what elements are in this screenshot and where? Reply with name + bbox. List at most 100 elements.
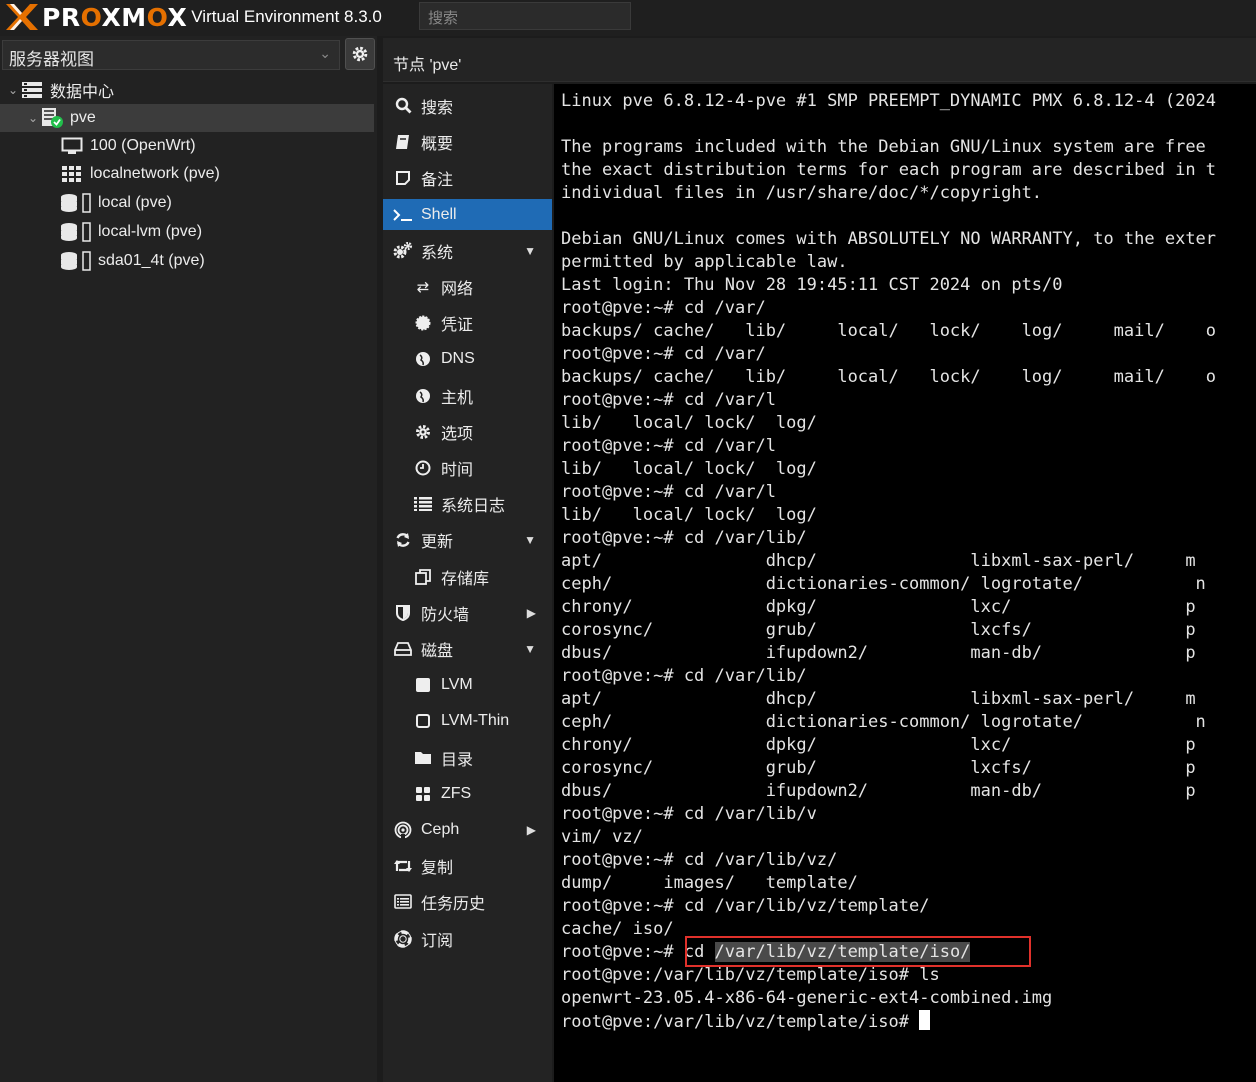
proxmox-logo[interactable]: PROXMOX Virtual Environment 8.3.0	[4, 2, 382, 32]
nav-label: Shell	[421, 205, 457, 223]
nav-item-lvm[interactable]: LVM	[383, 669, 552, 700]
nav-label: DNS	[441, 349, 475, 367]
terminal-line: permitted by applicable law.	[561, 252, 848, 272]
terminal-line: apt/ dhcp/ libxml-sax-perl/ m	[561, 689, 1196, 709]
nav-item-zfs[interactable]: ZFS	[383, 778, 552, 809]
nav-item-ceph[interactable]: Ceph ▶	[383, 814, 552, 845]
search-input[interactable]: 搜索	[419, 2, 631, 30]
terminal-line: root@pve:~# cd /var/l	[561, 390, 776, 410]
tree-item-local[interactable]: local (pve)	[0, 189, 377, 217]
nav-item-disks[interactable]: 磁盘 ▼	[383, 633, 552, 664]
terminal-line: openwrt-23.05.4-x86-64-generic-ext4-comb…	[561, 988, 1053, 1008]
nav-label: 备注	[421, 171, 454, 189]
tree-item-label: localnetwork (pve)	[90, 165, 220, 182]
caret-down-icon[interactable]: ▼	[524, 244, 536, 258]
nav-item-network[interactable]: ⇄ 网络	[383, 271, 552, 302]
chevron-down-icon[interactable]: ⌄	[26, 111, 40, 125]
nav-item-system[interactable]: 系统 ▼	[383, 235, 552, 266]
terminal-line: the exact distribution terms for each pr…	[561, 160, 1217, 180]
resource-tree-panel: 服务器视图 ⌄ ⌄ 数据中心 ⌄ pve 100 (OpenWrt) local…	[0, 36, 377, 1082]
terminal-line: lib/ local/ lock/ log/	[561, 505, 817, 525]
network-grid-icon	[60, 164, 84, 184]
tree-item-sda01-4t[interactable]: sda01_4t (pve)	[0, 247, 377, 275]
nav-label: 概要	[421, 135, 454, 153]
terminal-line: dbus/ ifupdown2/ man-db/ p	[561, 781, 1196, 801]
logo-wordmark: PROXMOX	[42, 2, 188, 32]
nav-item-lvm-thin[interactable]: LVM-Thin	[383, 705, 552, 736]
nav-item-time[interactable]: 时间	[383, 452, 552, 483]
retweet-icon	[393, 856, 413, 876]
terminal-current-prompt[interactable]: root@pve:/var/lib/vz/template/iso#	[561, 1010, 1216, 1033]
tree-item-label: local (pve)	[98, 194, 172, 211]
terminal-line: root@pve:~# cd /var/l	[561, 436, 776, 456]
cogs-icon	[393, 241, 413, 261]
globe-icon	[413, 349, 433, 369]
terminal-line: dbus/ ifupdown2/ man-db/ p	[561, 643, 1196, 663]
square-outline-icon	[413, 711, 433, 731]
th-large-icon	[413, 784, 433, 804]
terminal-cursor	[919, 1010, 931, 1030]
tree-item-datacenter[interactable]: ⌄ 数据中心	[0, 76, 377, 104]
storage-icon	[60, 251, 92, 271]
nav-item-dns[interactable]: DNS	[383, 343, 552, 374]
search-icon	[393, 96, 413, 116]
nav-item-notes[interactable]: 备注	[383, 162, 552, 193]
copy-icon	[413, 567, 433, 587]
nav-item-search[interactable]: 搜索	[383, 90, 552, 121]
terminal-line: root@pve:~# cd /var/	[561, 344, 766, 364]
nav-label: 复制	[421, 859, 454, 877]
summary-book-icon	[393, 132, 413, 152]
nav-item-firewall[interactable]: 防火墙 ▶	[383, 597, 552, 628]
nav-label: 主机	[441, 389, 474, 407]
tree-item-local-lvm[interactable]: local-lvm (pve)	[0, 218, 377, 246]
nav-item-repositories[interactable]: 存储库	[383, 561, 552, 592]
terminal-line: The programs included with the Debian GN…	[561, 137, 1206, 157]
nav-item-updates[interactable]: 更新 ▼	[383, 524, 552, 555]
globe-icon	[413, 386, 433, 406]
caret-right-icon[interactable]: ▶	[527, 823, 536, 837]
nav-item-shell[interactable]: Shell	[383, 199, 552, 230]
caret-right-icon[interactable]: ▶	[527, 606, 536, 620]
terminal-line: dump/ images/ template/	[561, 873, 858, 893]
tree-item-label: 数据中心	[50, 84, 115, 101]
nav-item-subscription[interactable]: 订阅	[383, 923, 552, 954]
proxmox-x-logo-icon	[4, 2, 40, 32]
caret-down-icon[interactable]: ▼	[524, 533, 536, 547]
nav-item-hosts[interactable]: 主机	[383, 380, 552, 411]
nav-label: 订阅	[421, 932, 454, 950]
terminal-line: root@pve:/var/lib/vz/template/iso# ls	[561, 965, 940, 985]
nav-label: 系统	[421, 244, 454, 262]
tree-settings-button[interactable]	[345, 38, 375, 70]
node-online-icon	[40, 108, 64, 128]
nav-item-directory[interactable]: 目录	[383, 742, 552, 773]
view-select[interactable]: 服务器视图 ⌄	[2, 40, 340, 70]
datacenter-icon	[20, 80, 44, 100]
nav-item-syslog[interactable]: 系统日志	[383, 488, 552, 519]
nav-item-task-history[interactable]: 任务历史	[383, 886, 552, 917]
terminal-output: Linux pve 6.8.12-4-pve #1 SMP PREEMPT_DY…	[561, 90, 1216, 1033]
shell-terminal[interactable]: Linux pve 6.8.12-4-pve #1 SMP PREEMPT_DY…	[554, 84, 1256, 1082]
terminal-line: ceph/ dictionaries-common/ logrotate/ n	[561, 574, 1206, 594]
terminal-line: lib/ local/ lock/ log/	[561, 413, 817, 433]
list-alt-icon	[393, 892, 413, 912]
nav-label: 更新	[421, 533, 454, 551]
nav-item-replication[interactable]: 复制	[383, 850, 552, 881]
nav-item-summary[interactable]: 概要	[383, 126, 552, 157]
tree-item-pve[interactable]: ⌄ pve	[0, 104, 374, 132]
ceph-icon	[393, 820, 413, 840]
tree-item-localnetwork[interactable]: localnetwork (pve)	[0, 160, 377, 188]
nav-label: 搜索	[421, 99, 454, 117]
terminal-line: Linux pve 6.8.12-4-pve #1 SMP PREEMPT_DY…	[561, 91, 1217, 111]
nav-item-options[interactable]: 选项	[383, 416, 552, 447]
gear-icon	[352, 46, 368, 62]
node-title: 节点 'pve'	[383, 38, 1256, 82]
terminal-line: chrony/ dpkg/ lxc/ p	[561, 735, 1196, 755]
chevron-down-icon[interactable]: ⌄	[6, 83, 20, 97]
nav-label: 网络	[441, 280, 474, 298]
tree-item-vm-100[interactable]: 100 (OpenWrt)	[0, 132, 377, 160]
caret-down-icon[interactable]: ▼	[524, 642, 536, 656]
tree-item-label: pve	[70, 109, 96, 126]
terminal-line: root@pve:~# cd /var/lib/	[561, 528, 807, 548]
nav-item-certificates[interactable]: 凭证	[383, 307, 552, 338]
